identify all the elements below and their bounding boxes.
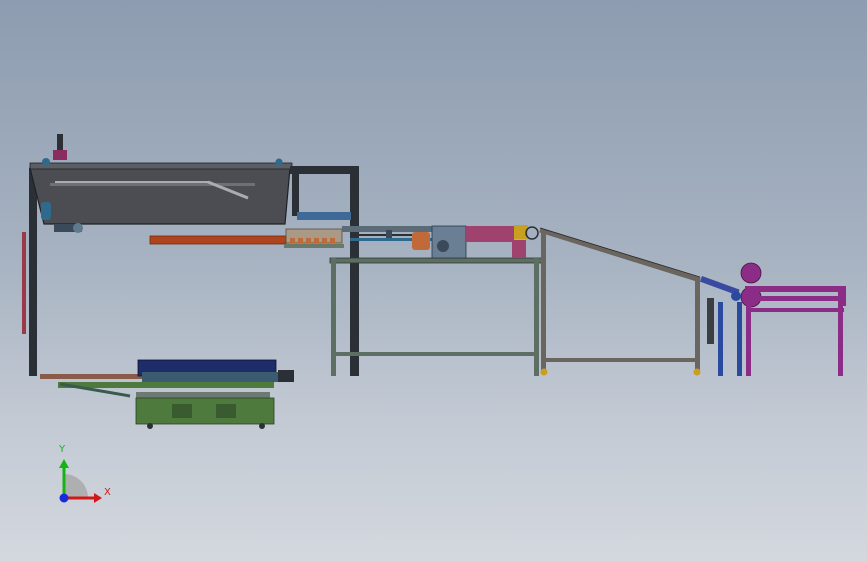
cart-base [135,397,275,425]
bottom-lift-cart [40,359,294,429]
cart-pallet [142,372,292,382]
axis-triad [59,459,102,503]
gearbox-orange [412,232,430,250]
slide-incline-rail-edge [539,227,701,278]
lift-cylinder-mount [53,150,67,160]
top-roller-left [42,158,50,166]
pink-housing [466,226,514,242]
vertical-cylinder [707,298,714,344]
x-axis-arrowhead [94,493,102,503]
cart-mid-rail [136,392,270,398]
small-cylinder [386,230,392,238]
slide-leg-left [541,232,546,372]
hood-housing [29,167,291,225]
hood-top-rail [29,162,293,170]
table-lower-rail [331,352,539,356]
right-roller-unit [699,262,846,376]
cart-green-frame [58,382,274,388]
blue-post-2 [737,302,742,376]
blue-post-1 [718,302,723,376]
hood-inner-rail [50,183,255,186]
side-rod [22,232,26,334]
gantry-hood-assembly [22,134,293,376]
cad-viewport[interactable]: X Y [0,0,867,562]
slide-incline-rail [539,227,701,283]
cart-base-window-1 [172,404,192,418]
middle-frame-top-beam [290,166,358,174]
control-plate [431,225,467,259]
table-leg-2 [534,258,539,376]
y-axis-arrowhead [59,459,69,468]
cart-wheel-right [259,423,265,429]
table-leg-1 [331,258,336,376]
side-motor [41,202,51,220]
inclined-slide [539,227,701,376]
middle-frame-post-left [292,166,299,216]
z-axis-dot [59,493,69,503]
top-roller-right [275,158,283,166]
middle-support-frame [284,166,359,376]
slide-lower-rail [541,358,699,362]
side-knob [73,223,83,233]
purple-frame-mid [745,296,845,301]
middle-frame-post-right [350,166,359,376]
y-axis-label: Y [59,444,66,455]
purple-roller-top [740,262,762,284]
control-plate-wheel [437,240,449,252]
blue-drive-wheel [731,291,741,301]
pink-riser [512,240,526,258]
cart-wheel-left [147,423,153,429]
caster-right [693,368,701,376]
cart-base-window-2 [216,404,236,418]
purple-end-cap [840,286,846,306]
machine-assembly-drawing [22,134,846,503]
x-axis-label: X [104,487,111,498]
roller-bed-base [284,244,344,248]
work-table [329,225,543,376]
caster-left [540,368,548,376]
purple-frame-top [745,286,845,292]
gantry-left-post [29,168,37,376]
middle-blue-panel [297,212,351,220]
cart-end-block [278,370,294,382]
red-feed-conveyor [149,235,287,245]
table-top-rail [329,257,543,264]
triad-quarter-disc [64,474,88,498]
purple-frame-rail [748,308,844,312]
purple-leg-left [746,300,751,376]
slide-leg-right [695,278,700,372]
